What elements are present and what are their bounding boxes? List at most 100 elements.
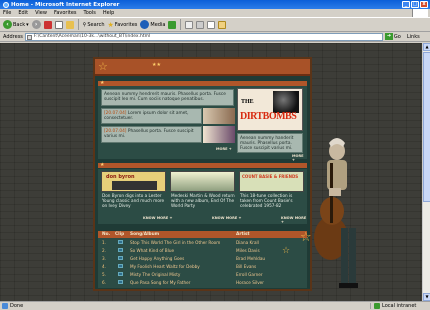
- window-titlebar: Home - Microsoft Internet Explorer _ □ x: [0, 0, 430, 9]
- edit-icon[interactable]: [207, 20, 216, 29]
- cd-strip: ★: [98, 162, 307, 168]
- news-item: [20.07.04] Phasellus porta. Fusce suscip…: [101, 126, 202, 143]
- status-text: Done: [10, 303, 24, 309]
- minimize-button[interactable]: _: [402, 1, 410, 8]
- scroll-thumb[interactable]: [423, 52, 430, 202]
- forward-button[interactable]: ›: [31, 20, 41, 29]
- links-button[interactable]: Links: [407, 34, 420, 40]
- address-bar: Address F:\Cantent\Aceeman\10-3k...\with…: [0, 32, 430, 42]
- row-artist[interactable]: Erroll Garner: [236, 272, 263, 277]
- cd-text: Don Byron digs into a Lester Young class…: [102, 193, 165, 208]
- refresh-icon[interactable]: [54, 20, 63, 29]
- menu-file[interactable]: File: [3, 10, 11, 16]
- know-more-link[interactable]: KNOW MORE +: [281, 216, 307, 224]
- news-item: [20.07.04] Lorem ipsum dolor sit amet, c…: [101, 108, 202, 124]
- table-row[interactable]: 1. Stop This World The Girl in the Other…: [98, 239, 307, 246]
- scroll-down-button[interactable]: ▼: [423, 293, 430, 301]
- cd-description: This 18-tune collection is taken from Co…: [240, 193, 304, 208]
- row-number: 6.: [102, 280, 106, 285]
- row-artist[interactable]: Brad Mehldau: [236, 256, 265, 261]
- row-song[interactable]: Que Pasa Song for My Father: [130, 280, 190, 285]
- address-input[interactable]: F:\Cantent\Aceeman\10-3k...\without_BT\i…: [24, 32, 383, 41]
- know-more-link[interactable]: KNOW MORE +: [212, 216, 241, 220]
- stop-icon[interactable]: [43, 20, 52, 29]
- intranet-icon: [374, 303, 380, 309]
- row-artist[interactable]: Horace Silver: [236, 280, 264, 285]
- scroll-up-button[interactable]: ▲: [423, 43, 430, 51]
- menu-edit[interactable]: Edit: [18, 10, 28, 16]
- row-song[interactable]: Misty The Original Misty: [130, 272, 180, 277]
- tracks-table: No. Clip Song/Album Artist 1. Stop This …: [98, 231, 307, 288]
- history-icon[interactable]: [168, 20, 177, 29]
- row-song[interactable]: Get Happy Anything Goes: [130, 256, 184, 261]
- star-outline-icon: ☆: [282, 246, 291, 256]
- clip-icon[interactable]: [118, 272, 123, 276]
- table-row[interactable]: 5. Misty The Original Misty Erroll Garne…: [98, 271, 307, 278]
- menu-help[interactable]: Help: [103, 10, 114, 16]
- news-item: Aenean nummy handerit mauris. Phasellus …: [237, 133, 303, 153]
- row-number: 2.: [102, 248, 106, 253]
- favorites-button[interactable]: ★ Favorites: [108, 21, 138, 29]
- menu-tools[interactable]: Tools: [84, 10, 96, 16]
- security-zone: Local intranet: [370, 303, 430, 309]
- clip-icon[interactable]: [118, 240, 123, 244]
- back-button[interactable]: ‹ Back ▾: [3, 20, 29, 29]
- menu-favorites[interactable]: Favorites: [54, 10, 77, 16]
- search-button[interactable]: ⚲ Search: [83, 22, 105, 28]
- cd-cover-don-byron[interactable]: don byron: [101, 171, 166, 192]
- menu-view[interactable]: View: [35, 10, 47, 16]
- table-header: No. Clip Song/Album Artist: [98, 231, 307, 238]
- cd-description: Medeski Martin & Wood return with a new …: [171, 193, 235, 208]
- clip-icon[interactable]: [118, 248, 123, 252]
- row-artist[interactable]: Bill Evans: [236, 264, 256, 269]
- home-icon[interactable]: [65, 20, 74, 29]
- go-label: Go: [393, 33, 401, 40]
- cd-section: don byron Don Byron digs into a Lester Y…: [98, 169, 307, 224]
- table-row[interactable]: 4. My Foolish Heart Waltz for Debby Bill…: [98, 263, 307, 270]
- more-link[interactable]: MORE +: [292, 154, 307, 162]
- news-thumbnail[interactable]: [203, 126, 235, 143]
- row-number: 1.: [102, 240, 106, 245]
- row-song[interactable]: Stop This World The Girl in the Other Ro…: [130, 240, 220, 245]
- search-label: Search: [87, 21, 105, 28]
- row-song[interactable]: My Foolish Heart Waltz for Debby: [130, 264, 200, 269]
- row-number: 5.: [102, 272, 106, 277]
- star-outline-icon: ☆: [300, 230, 312, 245]
- media-button[interactable]: Media: [140, 20, 165, 29]
- cd-photo: [112, 181, 157, 190]
- news-thumbnail[interactable]: [203, 108, 235, 124]
- maximize-button[interactable]: □: [411, 1, 419, 8]
- news-text: Aenean nummy hendrerit mauris. Phasellus…: [104, 92, 226, 102]
- go-button[interactable]: ➜ Go: [384, 33, 401, 40]
- mail-icon[interactable]: [185, 20, 194, 29]
- news-section: Aenean nummy hendrerit mauris. Phasellus…: [98, 86, 307, 162]
- dirtbombs-cover[interactable]: THE DIRTBOMBS: [237, 88, 303, 131]
- table-row[interactable]: 2. So What Kind of Blue Miles Davis: [98, 247, 307, 254]
- star-icon: ★: [100, 162, 105, 168]
- header-artist: Artist: [236, 232, 250, 237]
- row-song[interactable]: So What Kind of Blue: [130, 248, 174, 253]
- vertical-scrollbar[interactable]: ▲ ▼: [422, 43, 430, 301]
- cover-title-the: THE: [241, 99, 254, 105]
- close-button[interactable]: x: [420, 1, 428, 8]
- ie-logo-icon: [3, 1, 9, 8]
- folder-icon[interactable]: [218, 20, 227, 29]
- table-row[interactable]: 3. Get Happy Anything Goes Brad Mehldau: [98, 255, 307, 262]
- clip-icon[interactable]: [118, 280, 123, 284]
- page-viewport: ☆ ★★ ★ Aenean nummy hendrerit mauris. Ph…: [0, 43, 422, 301]
- row-artist[interactable]: Miles Davis: [236, 248, 260, 253]
- cd-cover-count-basie[interactable]: COUNT BASIE & FRIENDS: [239, 171, 304, 192]
- news-item: Aenean nummy hendrerit mauris. Phasellus…: [101, 89, 234, 106]
- row-artist[interactable]: Diana Krall: [236, 240, 259, 245]
- table-row[interactable]: 6. Que Pasa Song for My Father Horace Si…: [98, 279, 307, 286]
- cd-label: don byron: [106, 174, 135, 180]
- back-arrow-icon: ‹: [3, 20, 12, 29]
- more-link[interactable]: MORE +: [216, 147, 232, 151]
- know-more-link[interactable]: KNOW MORE +: [143, 216, 172, 220]
- zone-text: Local intranet: [382, 303, 417, 309]
- clip-icon[interactable]: [118, 264, 123, 268]
- cd-cover-medeski[interactable]: [170, 171, 235, 192]
- clip-icon[interactable]: [118, 256, 123, 260]
- print-icon[interactable]: [196, 20, 205, 29]
- header-song: Song/Album: [130, 232, 160, 237]
